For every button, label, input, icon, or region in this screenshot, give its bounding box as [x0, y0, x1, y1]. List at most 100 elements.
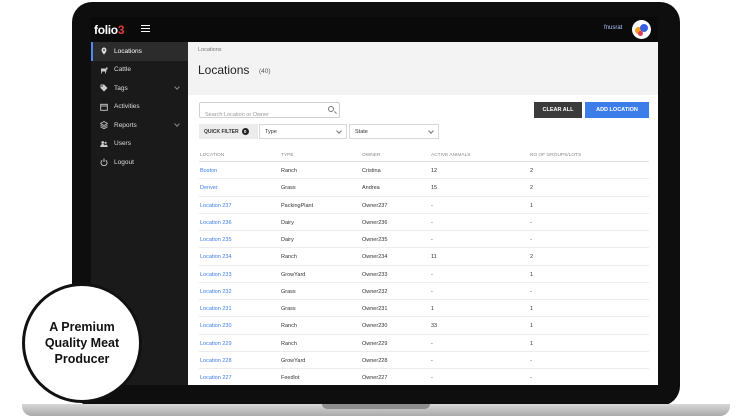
search-icon[interactable]: [328, 106, 334, 112]
username-label[interactable]: fnusrat: [604, 25, 622, 31]
table-row[interactable]: Location 227 Feedlot Owner227 - -: [199, 369, 649, 385]
active-animals-cell: -: [431, 219, 433, 226]
table-row[interactable]: Location 230 Ranch Owner230 33 1: [199, 317, 649, 335]
location-cell[interactable]: Denver: [200, 185, 218, 191]
sidebar-item-label: Reports: [114, 121, 137, 129]
power-icon: [100, 158, 108, 167]
state-select-value: State: [355, 128, 368, 135]
location-pin-icon: [100, 47, 108, 55]
location-cell[interactable]: Location 235: [200, 237, 232, 243]
sidebar-item-locations[interactable]: Locations: [91, 42, 188, 61]
groups-lots-cell: 1: [530, 306, 534, 312]
state-select[interactable]: State: [349, 124, 439, 139]
groups-lots-cell: 2: [530, 168, 534, 174]
type-cell: Feedlot: [281, 375, 300, 381]
table-header: LOCATION TYPE OWNER ACTIVE ANIMALS NO OF…: [199, 148, 649, 162]
type-select[interactable]: Type: [259, 124, 347, 139]
groups-lots-cell: 2: [530, 185, 534, 192]
table-row[interactable]: Location 232 Grass Owner232 - -: [199, 283, 649, 300]
logo-text: folio: [94, 23, 118, 37]
location-cell[interactable]: Location 237: [200, 203, 232, 209]
active-animals-cell: 33: [431, 323, 438, 330]
location-cell[interactable]: Location 228: [200, 358, 232, 364]
table-row[interactable]: Location 234 Ranch Owner234 11 2: [199, 248, 649, 266]
owner-cell: Owner229: [362, 340, 388, 347]
avatar[interactable]: [632, 20, 651, 39]
brand-logo[interactable]: folio3: [94, 23, 125, 37]
location-cell[interactable]: Location 231: [200, 306, 232, 312]
location-cell[interactable]: Location 234: [200, 254, 232, 260]
table-row[interactable]: Location 233 GrowYard Owner233 - 1: [199, 266, 649, 283]
sidebar-item-label: Activities: [114, 103, 140, 111]
sidebar-item-activities[interactable]: Activities: [91, 98, 188, 117]
type-cell: Ranch: [281, 340, 297, 347]
sidebar-item-logout[interactable]: Logout: [91, 153, 188, 172]
column-header-type[interactable]: TYPE: [281, 153, 294, 158]
owner-cell: Andrea: [362, 185, 380, 192]
chevron-down-icon[interactable]: [174, 84, 180, 90]
type-cell: Grass: [281, 288, 296, 295]
promo-badge-text: A Premium Quality Meat Producer: [44, 320, 120, 366]
type-cell: Grass: [281, 185, 296, 192]
table-row[interactable]: Denver Grass Andrea 15 2: [199, 179, 649, 197]
app-screen: folio3 fnusrat Locations Cattle Tags Act…: [91, 17, 658, 385]
table-row[interactable]: Location 231 Grass Owner231 1 1: [199, 300, 649, 318]
sidebar-item-tags[interactable]: Tags: [91, 79, 188, 98]
table-row[interactable]: Location 235 Dairy Owner235 - -: [199, 231, 649, 249]
owner-cell: Owner235: [362, 237, 388, 243]
sidebar-item-label: Cattle: [114, 66, 131, 74]
add-location-button[interactable]: ADD LOCATION: [585, 102, 649, 118]
location-cell[interactable]: Location 233: [200, 272, 232, 278]
owner-cell: Owner233: [362, 271, 388, 278]
users-icon: [100, 140, 108, 148]
promo-badge: A Premium Quality Meat Producer: [22, 283, 142, 403]
type-cell: Dairy: [281, 237, 294, 243]
groups-lots-cell: -: [530, 288, 532, 295]
top-bar: folio3 fnusrat: [91, 17, 658, 42]
table-row[interactable]: Location 237 PackingPlant Owner237 - 1: [199, 197, 649, 214]
menu-toggle-icon[interactable]: [141, 25, 150, 32]
table-row[interactable]: Location 228 GrowYard Owner228 - -: [199, 352, 649, 369]
sidebar-item-reports[interactable]: Reports: [91, 116, 188, 135]
owner-cell: Owner227: [362, 375, 388, 381]
table-row[interactable]: Boston Ranch Cristina 12 2: [199, 162, 649, 180]
locations-card: CLEAR ALL ADD LOCATION QUICK FILTER 0 Ty…: [188, 95, 658, 385]
search-box[interactable]: [199, 102, 340, 122]
chevron-down-icon[interactable]: [174, 121, 180, 127]
type-cell: Dairy: [281, 219, 294, 226]
column-header-location[interactable]: LOCATION: [200, 153, 224, 158]
sidebar-item-label: Logout: [114, 158, 134, 166]
type-select-value: Type: [265, 128, 277, 135]
active-animals-cell: 1: [431, 306, 435, 312]
sidebar-item-users[interactable]: Users: [91, 135, 188, 154]
groups-lots-cell: 1: [530, 271, 534, 278]
laptop-mockup: folio3 fnusrat Locations Cattle Tags Act…: [0, 0, 750, 419]
location-cell[interactable]: Location 236: [200, 220, 232, 226]
active-animals-cell: 15: [431, 185, 438, 192]
location-cell[interactable]: Location 230: [200, 323, 232, 329]
groups-lots-cell: -: [530, 357, 532, 364]
active-animals-cell: -: [431, 375, 433, 381]
sidebar-item-label: Locations: [114, 47, 142, 55]
location-cell[interactable]: Boston: [200, 168, 217, 174]
quick-filter-button[interactable]: QUICK FILTER 0: [199, 124, 258, 139]
quick-filter-label: QUICK FILTER: [204, 128, 239, 135]
chevron-down-icon: [336, 128, 342, 134]
logo-accent: 3: [117, 23, 125, 37]
table-row[interactable]: Location 229 Ranch Owner229 - 1: [199, 335, 649, 352]
breadcrumb[interactable]: Locations: [198, 47, 222, 53]
type-cell: Grass: [281, 306, 296, 312]
sidebar-item-cattle[interactable]: Cattle: [91, 61, 188, 80]
calendar-icon: [100, 103, 108, 111]
active-animals-cell: -: [431, 340, 433, 347]
location-cell[interactable]: Location 232: [200, 289, 232, 295]
table-row[interactable]: Location 236 Dairy Owner236 - -: [199, 214, 649, 231]
location-cell[interactable]: Location 227: [200, 375, 232, 381]
search-input[interactable]: [200, 108, 320, 122]
sidebar-item-label: Users: [114, 140, 131, 148]
owner-cell: Cristina: [362, 168, 381, 174]
clear-all-button[interactable]: CLEAR ALL: [534, 102, 582, 118]
table-body: Boston Ranch Cristina 12 2 Denver Grass Andrea 1…: [199, 162, 649, 385]
location-count: (40): [259, 68, 271, 75]
location-cell[interactable]: Location 229: [200, 341, 232, 347]
